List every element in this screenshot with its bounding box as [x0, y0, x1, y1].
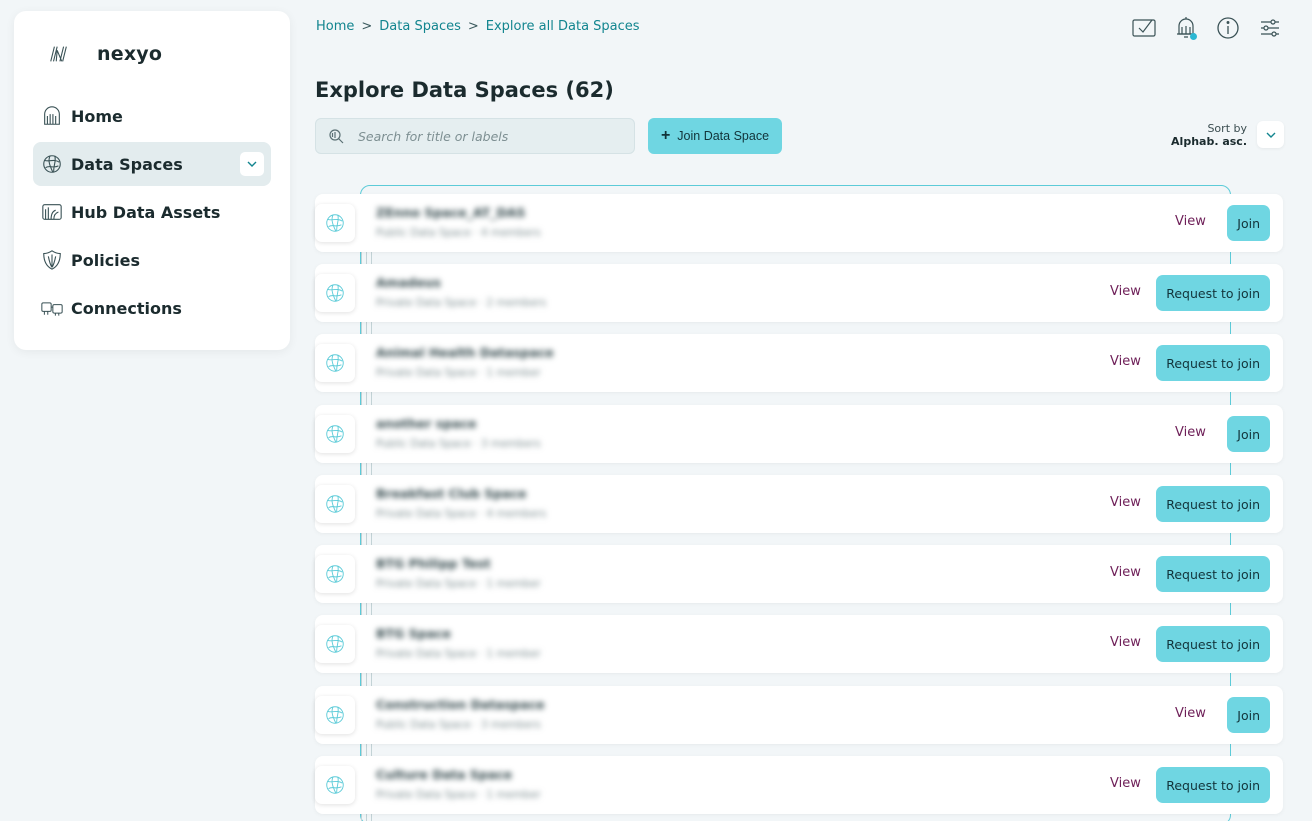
view-link[interactable]: View — [1110, 354, 1141, 369]
data-assets-icon — [41, 201, 63, 223]
view-link[interactable]: View — [1175, 425, 1206, 440]
row-subtitle: Public Data Space · 3 members — [376, 719, 541, 731]
view-link[interactable]: View — [1110, 565, 1141, 580]
row-subtitle: Private Data Space · 1 member — [376, 789, 541, 801]
list-item: BTG Philipp Test Private Data Space · 1 … — [315, 545, 1283, 603]
sidebar-item-data-spaces[interactable]: Data Spaces — [33, 142, 271, 186]
request-to-join-button[interactable]: Request to join — [1156, 345, 1270, 381]
row-title: Breakfast Club Space — [376, 486, 527, 501]
view-link[interactable]: View — [1110, 495, 1141, 510]
globe-icon — [315, 625, 355, 663]
globe-icon — [315, 555, 355, 593]
row-subtitle: Private Data Space · 1 member — [376, 578, 541, 590]
list-item: BTG Space Private Data Space · 1 member … — [315, 615, 1283, 673]
sidebar-item-label: Hub Data Assets — [71, 202, 221, 222]
globe-icon — [315, 696, 355, 734]
globe-icon — [315, 766, 355, 804]
search-icon — [329, 129, 344, 144]
list-item: Breakfast Club Space Private Data Space … — [315, 475, 1283, 533]
plus-icon: + — [660, 127, 671, 144]
sort-label: Sort by — [1207, 121, 1247, 135]
breadcrumb-current[interactable]: Explore all Data Spaces — [486, 19, 640, 34]
row-subtitle: Public Data Space · 4 members — [376, 227, 541, 239]
list-item: Culture Data Space Private Data Space · … — [315, 756, 1283, 814]
globe-icon — [315, 344, 355, 382]
breadcrumb-separator: > — [361, 19, 373, 34]
row-title: Culture Data Space — [376, 767, 513, 782]
row-subtitle: Public Data Space · 3 members — [376, 438, 541, 450]
sidebar-item-connections[interactable]: Connections — [33, 286, 271, 330]
breadcrumb: Home > Data Spaces > Explore all Data Sp… — [316, 19, 640, 34]
row-title: BTG Space — [376, 626, 451, 641]
list-item: ZEnno Space_AT_DAS Public Data Space · 4… — [315, 194, 1283, 252]
request-to-join-button[interactable]: Request to join — [1156, 556, 1270, 592]
globe-icon — [315, 274, 355, 312]
search-box[interactable] — [315, 118, 635, 154]
list-item: Animal Health Dataspace Private Data Spa… — [315, 334, 1283, 392]
sort-text: Sort by Alphab. asc. — [1171, 122, 1247, 148]
request-to-join-button[interactable]: Request to join — [1156, 486, 1270, 522]
globe-icon — [315, 485, 355, 523]
row-title: Construction Dataspace — [376, 697, 545, 712]
join-button[interactable]: Join — [1227, 416, 1270, 452]
join-button[interactable]: Join — [1227, 697, 1270, 733]
tasks-check-icon[interactable] — [1132, 15, 1156, 41]
shield-icon — [41, 249, 63, 271]
sidebar: nexyo Home Data Spaces Hub Data Assets P… — [14, 11, 290, 350]
nexyo-logo-icon — [50, 46, 67, 62]
sidebar-item-label: Data Spaces — [71, 154, 183, 174]
brand[interactable]: nexyo — [48, 43, 162, 65]
connections-icon — [41, 297, 63, 319]
view-link[interactable]: View — [1110, 284, 1141, 299]
info-icon[interactable] — [1216, 15, 1240, 41]
breadcrumb-home-link[interactable]: Home — [316, 19, 354, 34]
view-link[interactable]: View — [1175, 706, 1206, 721]
request-to-join-button[interactable]: Request to join — [1156, 275, 1270, 311]
view-link[interactable]: View — [1110, 776, 1141, 791]
search-input[interactable] — [358, 128, 618, 144]
row-subtitle: Private Data Space · 1 member — [376, 648, 541, 660]
view-link[interactable]: View — [1110, 635, 1141, 650]
row-title: another space — [376, 416, 477, 431]
globe-icon — [315, 415, 355, 453]
row-subtitle: Private Data Space · 4 members — [376, 508, 547, 520]
breadcrumb-data-spaces-link[interactable]: Data Spaces — [379, 19, 461, 34]
list-item: Amadeus Private Data Space · 2 members V… — [315, 264, 1283, 322]
sort-control[interactable]: Sort by Alphab. asc. — [1171, 121, 1284, 148]
chevron-down-icon[interactable] — [240, 152, 264, 176]
globe-icon — [315, 204, 355, 242]
chevron-down-icon[interactable] — [1257, 121, 1284, 148]
header-actions — [1132, 15, 1282, 41]
row-title: BTG Philipp Test — [376, 556, 491, 571]
page-title: Explore Data Spaces (62) — [315, 78, 614, 102]
row-subtitle: Private Data Space · 2 members — [376, 297, 547, 309]
home-icon — [41, 105, 63, 127]
bell-icon[interactable] — [1174, 15, 1198, 41]
row-title: Animal Health Dataspace — [376, 345, 554, 360]
settings-sliders-icon[interactable] — [1258, 15, 1282, 41]
join-data-space-button[interactable]: + Join Data Space — [648, 118, 782, 154]
list-item: Construction Dataspace Public Data Space… — [315, 686, 1283, 744]
sidebar-item-home[interactable]: Home — [33, 94, 271, 138]
request-to-join-button[interactable]: Request to join — [1156, 767, 1270, 803]
sidebar-item-label: Home — [71, 106, 123, 126]
join-button[interactable]: Join — [1227, 205, 1270, 241]
sidebar-item-label: Policies — [71, 250, 141, 270]
list-item: another space Public Data Space · 3 memb… — [315, 405, 1283, 463]
globe-icon — [41, 153, 63, 175]
request-to-join-button[interactable]: Request to join — [1156, 626, 1270, 662]
join-data-space-label: Join Data Space — [677, 129, 770, 143]
sidebar-item-policies[interactable]: Policies — [33, 238, 271, 282]
row-title: ZEnno Space_AT_DAS — [376, 205, 526, 220]
sort-value: Alphab. asc. — [1171, 134, 1247, 148]
row-subtitle: Private Data Space · 1 member — [376, 367, 541, 379]
notification-dot — [1190, 33, 1197, 40]
breadcrumb-separator: > — [467, 19, 479, 34]
view-link[interactable]: View — [1175, 214, 1206, 229]
brand-name: nexyo — [97, 43, 163, 65]
row-title: Amadeus — [376, 275, 441, 290]
sidebar-item-label: Connections — [71, 298, 182, 318]
sidebar-item-hub-data-assets[interactable]: Hub Data Assets — [33, 190, 271, 234]
